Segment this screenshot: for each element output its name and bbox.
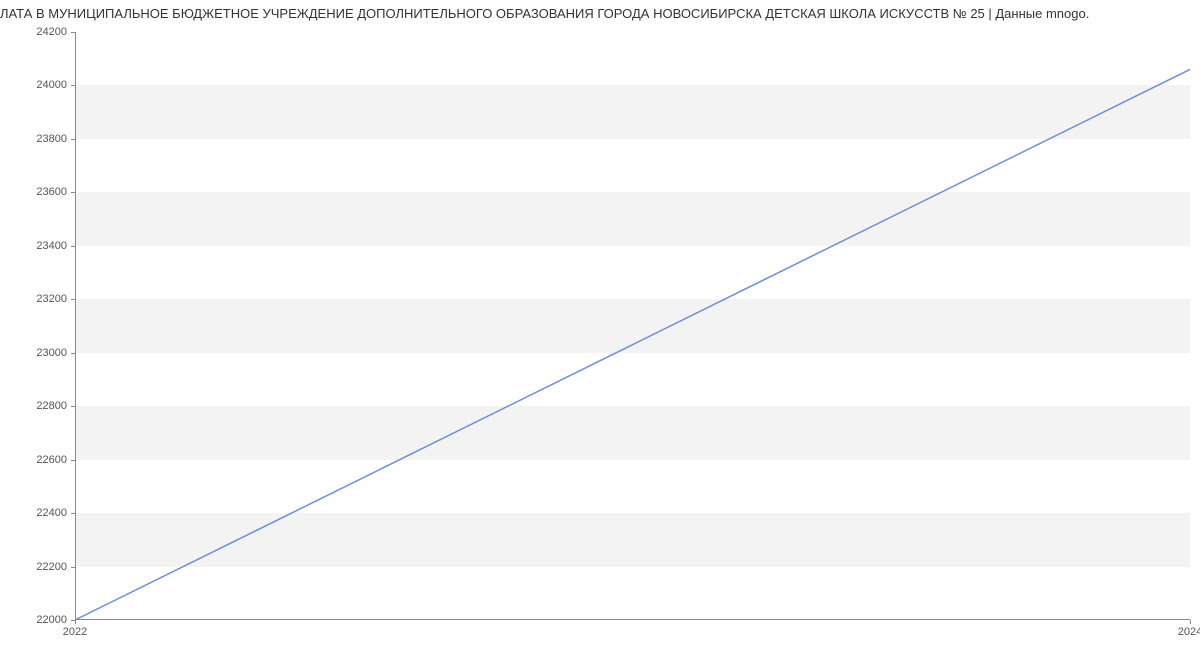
x-tick-mark — [75, 620, 76, 624]
x-tick-label: 2024 — [1178, 626, 1200, 638]
y-tick-label: 22400 — [36, 507, 67, 519]
y-tick-mark — [71, 85, 75, 86]
y-tick-mark — [71, 513, 75, 514]
y-tick-mark — [71, 139, 75, 140]
y-tick-label: 23800 — [36, 133, 67, 145]
y-tick-label: 23000 — [36, 347, 67, 359]
y-tick-label: 22800 — [36, 400, 67, 412]
y-tick-label: 22600 — [36, 454, 67, 466]
y-tick-label: 22200 — [36, 561, 67, 573]
chart-svg — [75, 32, 1190, 620]
y-tick-mark — [71, 192, 75, 193]
y-tick-label: 22000 — [36, 614, 67, 626]
y-tick-mark — [71, 353, 75, 354]
y-tick-label: 23400 — [36, 240, 67, 252]
y-tick-label: 24200 — [36, 26, 67, 38]
y-tick-label: 23200 — [36, 293, 67, 305]
y-tick-mark — [71, 406, 75, 407]
y-tick-mark — [71, 32, 75, 33]
y-tick-label: 24000 — [36, 79, 67, 91]
chart-title: ЛАТА В МУНИЦИПАЛЬНОЕ БЮДЖЕТНОЕ УЧРЕЖДЕНИ… — [0, 0, 1200, 25]
y-tick-label: 23600 — [36, 186, 67, 198]
y-tick-mark — [71, 246, 75, 247]
y-tick-mark — [71, 460, 75, 461]
y-tick-mark — [71, 299, 75, 300]
chart-container: ЛАТА В МУНИЦИПАЛЬНОЕ БЮДЖЕТНОЕ УЧРЕЖДЕНИ… — [0, 0, 1200, 650]
x-tick-mark — [1190, 620, 1191, 624]
plot-area: 2200022200224002260022800230002320023400… — [75, 32, 1190, 620]
x-tick-label: 2022 — [63, 626, 87, 638]
y-tick-mark — [71, 567, 75, 568]
data-line — [75, 69, 1190, 620]
